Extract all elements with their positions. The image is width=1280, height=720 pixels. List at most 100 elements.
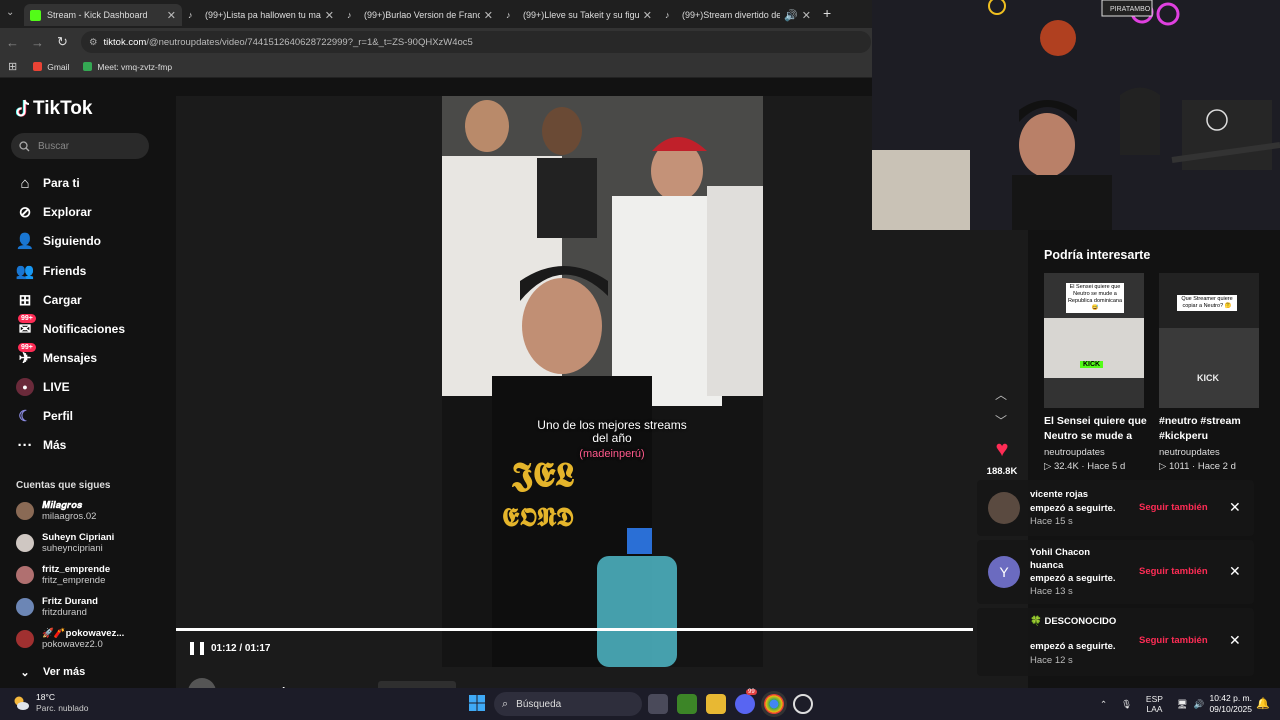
tiktok-logo[interactable]: TikTok — [16, 98, 92, 120]
browser-tab[interactable]: ♪ (99+)Burlao Version de Franco ✕ — [341, 4, 499, 26]
tray-overflow-icon[interactable]: ⌃ — [1100, 699, 1107, 710]
task-view-icon[interactable] — [648, 694, 668, 714]
heart-icon: ♥ — [995, 436, 1009, 461]
partly-cloudy-icon — [14, 696, 29, 710]
recommendation-user: neutroupdates — [1044, 447, 1105, 458]
see-more-label: Ver más — [43, 666, 86, 678]
nav-mensajes[interactable]: ✈ 99+ Mensajes — [16, 343, 97, 367]
video-caption: Uno de los mejores streams del año — [537, 418, 687, 445]
close-tab-icon[interactable]: ✕ — [325, 9, 334, 22]
network-icon[interactable]: 🖥 — [1177, 699, 1188, 710]
bookmark-meet[interactable]: Meet: vmq-zvtz-fmp — [83, 62, 172, 72]
video-frame-image: 𝕵𝕰𝕷 𝕰𝕺𝕹𝕯 — [442, 96, 763, 667]
nav-para-ti[interactable]: ⌂ Para ti — [16, 174, 79, 192]
tab-label: Stream - Kick Dashboard — [47, 10, 148, 20]
following-account[interactable]: fritz_emprende fritz_emprende — [16, 564, 110, 586]
weather-temp: 18°C — [36, 692, 55, 702]
following-icon: 👤 — [15, 233, 35, 250]
clock-date: 09/10/2025 — [1209, 704, 1252, 714]
bookmark-gmail[interactable]: Gmail — [33, 62, 69, 72]
video-thumbnail: Que Streamer quiere copiar a Neutro? 🤔 K… — [1159, 273, 1259, 408]
nav-notificaciones[interactable]: ✉ 99+ Notificaciones — [16, 314, 125, 338]
pause-button[interactable] — [190, 642, 204, 656]
url-domain: tiktok.com — [103, 36, 147, 48]
start-button[interactable] — [468, 694, 488, 714]
taskbar-clock[interactable]: 10:42 p. m. 09/10/2025 — [1206, 693, 1252, 715]
video-player[interactable]: 𝕵𝕰𝕷 𝕰𝕺𝕹𝕯 Uno de los mejores streams del … — [442, 96, 763, 667]
avatar — [16, 630, 34, 648]
browser-tab[interactable]: Stream - Kick Dashboard ✕ — [24, 4, 182, 26]
microphone-icon[interactable]: 🎙 — [1121, 699, 1132, 710]
weather-widget[interactable]: 18°C Parc. nublado — [12, 692, 88, 714]
language-indicator[interactable]: ESP LAA — [1146, 694, 1163, 714]
kick-badge: KICK — [1197, 373, 1219, 383]
search-input[interactable]: Buscar — [11, 133, 149, 159]
nav-mas[interactable]: ··· Más — [16, 436, 67, 454]
nav-cargar[interactable]: ⊞ Cargar — [16, 291, 82, 309]
browser-tab[interactable]: ♪ (99+)Stream divertido de N 🔊 ✕ — [659, 4, 817, 26]
nav-label: Friends — [43, 264, 87, 278]
url-field[interactable]: ⚙ tiktok.com/@neutroupdates/video/744151… — [81, 31, 871, 53]
notification-bell-icon[interactable]: 🔔 — [1256, 697, 1270, 710]
upload-icon: ⊞ — [18, 292, 32, 309]
see-more-button[interactable]: ⌄ Ver más — [16, 663, 85, 681]
avatar — [16, 534, 34, 552]
account-name: 𝑴𝒊𝒍𝒂𝒈𝒓𝒐𝒔 — [42, 500, 83, 511]
file-explorer-icon[interactable] — [706, 694, 726, 714]
nav-siguiendo[interactable]: 👤 Siguiendo — [16, 232, 101, 250]
browser-tab[interactable]: ♪ (99+)Lista pa hallowen tu mama ✕ — [182, 4, 340, 26]
chrome-icon[interactable] — [764, 694, 784, 714]
notification-time: Hace 12 s — [1030, 655, 1073, 666]
following-account[interactable]: Suheyn Cipriani suheyncipriani — [16, 532, 114, 554]
following-account[interactable]: 🚀🧨pokowavez... pokowavez2.0 — [16, 628, 124, 650]
following-account[interactable]: Fritz Durand fritzdurand — [16, 596, 98, 618]
account-name: Suheyn Cipriani — [42, 532, 115, 543]
new-tab-button[interactable]: + — [823, 5, 831, 21]
follow-back-button[interactable]: Seguir también — [1139, 635, 1208, 646]
forward-icon[interactable]: → — [25, 35, 50, 50]
close-icon[interactable]: ✕ — [1229, 563, 1241, 580]
taskbar-search-label: Búsqueda — [516, 698, 562, 710]
next-video-icon[interactable]: ﹀ — [991, 412, 1011, 429]
apps-grid-icon[interactable]: ⊞ — [8, 60, 17, 73]
close-tab-icon[interactable]: ✕ — [802, 9, 811, 22]
nav-explorar[interactable]: ⊘ Explorar — [16, 203, 92, 221]
previous-video-icon[interactable]: ︿ — [991, 386, 1011, 403]
close-tab-icon[interactable]: ✕ — [167, 9, 176, 22]
close-icon[interactable]: ✕ — [1229, 499, 1241, 516]
home-icon: ⌂ — [20, 174, 30, 192]
lang-top: ESP — [1145, 694, 1163, 704]
address-bar: ← → ↻ ⚙ tiktok.com/@neutroupdates/video/… — [0, 28, 872, 56]
nav-label: Perfil — [43, 409, 74, 423]
close-tab-icon[interactable]: ✕ — [484, 9, 493, 22]
recommended-video[interactable]: El Sensei quiere que Neutro se mude a Re… — [1044, 273, 1150, 472]
speaker-icon[interactable]: 🔊 — [784, 9, 798, 22]
minecraft-icon[interactable] — [677, 694, 697, 714]
nav-perfil[interactable]: ☾ Perfil — [16, 407, 73, 425]
follower-name: vicente rojas — [1030, 489, 1089, 500]
tiktok-logo-icon — [16, 99, 30, 117]
account-name: Fritz Durand — [42, 596, 98, 607]
site-info-icon[interactable]: ⚙ — [89, 37, 98, 48]
following-account[interactable]: 𝑴𝒊𝒍𝒂𝒈𝒓𝒐𝒔 milaagros.02 — [16, 500, 96, 522]
browser-tab[interactable]: ♪ (99+)Lleve su Takeit y su figura ✕ — [500, 4, 658, 26]
clock-time: 10:42 p. m. — [1209, 693, 1252, 703]
tab-list-icon[interactable]: ⌄ — [6, 7, 14, 18]
taskbar-search[interactable]: ⌕ Búsqueda — [494, 692, 642, 716]
following-section-title: Cuentas que sigues — [16, 480, 111, 491]
volume-icon[interactable]: 🔊 — [1194, 699, 1205, 710]
reload-icon[interactable]: ↻ — [50, 34, 75, 50]
gmail-icon — [33, 62, 43, 71]
nav-friends[interactable]: 👥 Friends — [16, 262, 87, 280]
nav-live[interactable]: ● LIVE — [16, 378, 70, 396]
like-button[interactable]: ♥ 188.8K — [983, 436, 1021, 478]
follow-back-button[interactable]: Seguir también — [1139, 502, 1208, 513]
follow-back-button[interactable]: Seguir también — [1139, 566, 1208, 577]
discord-icon[interactable]: 99 — [735, 689, 757, 714]
close-tab-icon[interactable]: ✕ — [643, 9, 652, 22]
recommended-video[interactable]: Que Streamer quiere copiar a Neutro? 🤔 K… — [1159, 273, 1265, 472]
app-icon[interactable] — [793, 694, 813, 714]
close-icon[interactable]: ✕ — [1229, 632, 1241, 649]
back-icon[interactable]: ← — [0, 35, 25, 50]
follower-name: Yohil Chacon huanca — [1030, 547, 1090, 571]
